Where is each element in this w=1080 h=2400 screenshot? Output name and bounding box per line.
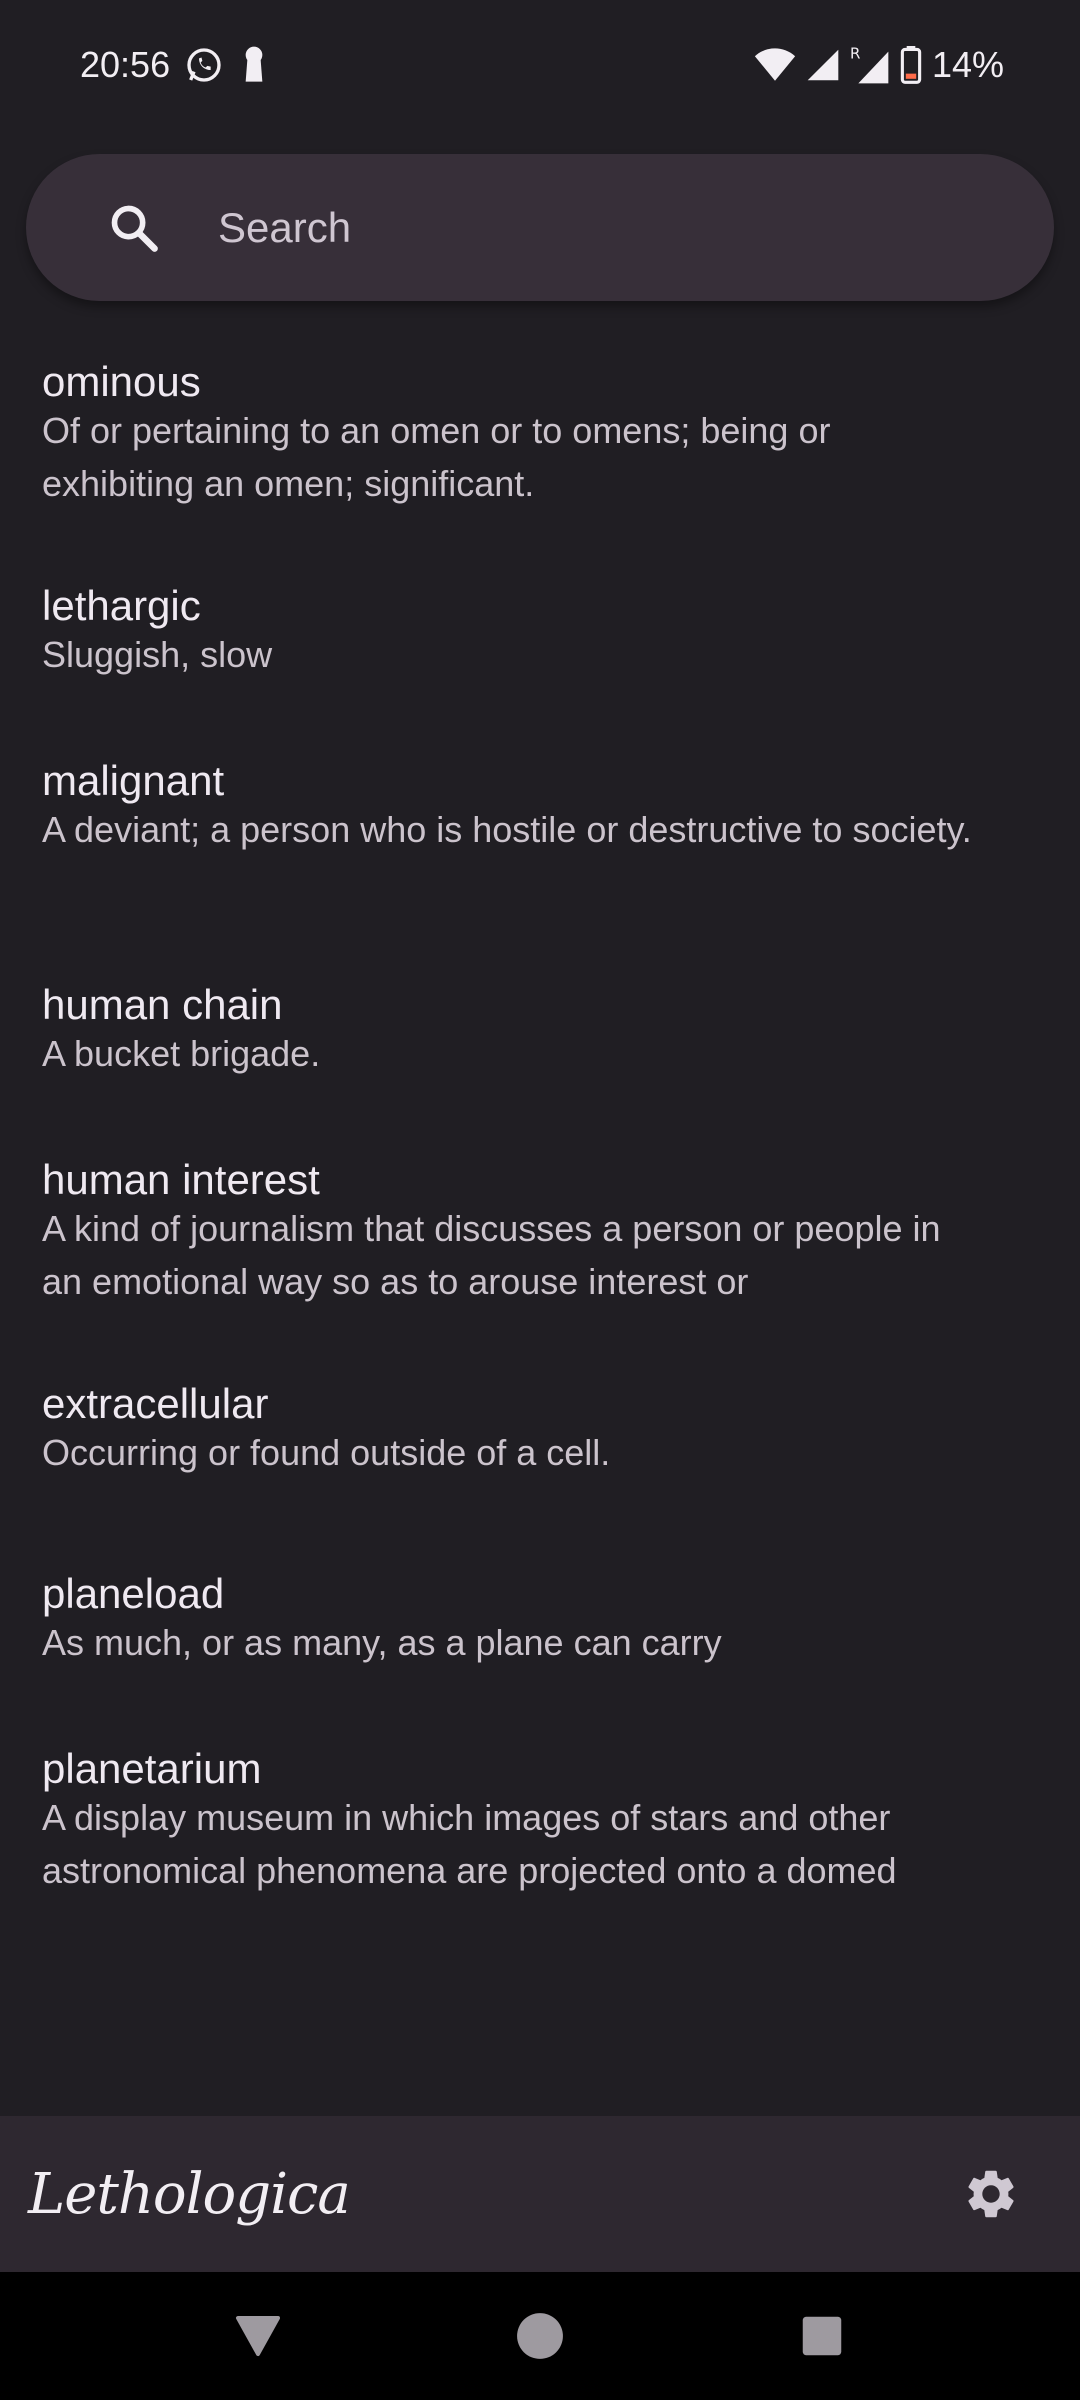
signal-icon bbox=[807, 49, 839, 81]
roaming-signal-icon: R bbox=[850, 44, 889, 84]
back-icon bbox=[236, 2316, 280, 2356]
recents-icon bbox=[802, 2316, 842, 2356]
gear-icon[interactable] bbox=[962, 2165, 1020, 2223]
recents-button[interactable] bbox=[794, 2308, 850, 2364]
search-bar[interactable] bbox=[26, 154, 1054, 301]
app-logo: Lethologica bbox=[28, 2161, 351, 2227]
entry-definition: Sluggish, slow bbox=[42, 634, 273, 675]
home-icon bbox=[517, 2313, 563, 2359]
list-item[interactable]: planetarium A display museum in which im… bbox=[0, 1727, 1080, 1951]
entry-definition: A deviant; a person who is hostile or de… bbox=[42, 809, 972, 850]
list-item[interactable]: malignant A deviant; a person who is hos… bbox=[0, 739, 1080, 963]
entry-definition: Occurring or found outside of a cell. bbox=[42, 1432, 611, 1473]
search-icon bbox=[111, 205, 158, 252]
list-item[interactable]: lethargic Sluggish, slow bbox=[0, 564, 1080, 739]
clock: 20:56 bbox=[80, 44, 171, 85]
list-item[interactable]: human chain A bucket brigade. bbox=[0, 963, 1080, 1138]
bottom-app-bar: Lethologica bbox=[0, 2116, 1080, 2272]
list-item[interactable]: planeload As much, or as many, as a plan… bbox=[0, 1552, 1080, 1727]
list-item[interactable]: ominous Of or pertaining to an omen or t… bbox=[0, 340, 1080, 564]
list-item[interactable]: extracellular Occurring or found outside… bbox=[0, 1362, 1080, 1552]
entry-definition: A display museum in which images of star… bbox=[42, 1797, 897, 1891]
entry-definition: As much, or as many, as a plane can carr… bbox=[42, 1622, 722, 1663]
status-right: R 14% bbox=[754, 44, 1004, 86]
home-button[interactable] bbox=[512, 2308, 568, 2364]
entry-definition: Of or pertaining to an omen or to omens;… bbox=[42, 410, 831, 504]
svg-text:R: R bbox=[850, 44, 860, 62]
search-input[interactable] bbox=[218, 203, 1054, 252]
word-list[interactable]: ominous Of or pertaining to an omen or t… bbox=[0, 340, 1080, 1951]
keyhole-icon bbox=[245, 46, 263, 82]
status-left: 20:56 bbox=[80, 44, 270, 86]
entry-definition: A bucket brigade. bbox=[42, 1033, 321, 1074]
whatsapp-icon bbox=[187, 48, 221, 82]
back-button[interactable] bbox=[230, 2308, 286, 2364]
list-item[interactable]: human interest A kind of journalism that… bbox=[0, 1138, 1080, 1362]
wifi-icon bbox=[754, 48, 796, 81]
status-bar: 20:56 R 14% bbox=[0, 0, 1080, 130]
entry-definition: A kind of journalism that discusses a pe… bbox=[42, 1208, 941, 1302]
system-nav-bar bbox=[0, 2272, 1080, 2400]
battery-icon bbox=[900, 46, 922, 84]
battery-percent: 14% bbox=[931, 44, 1004, 85]
